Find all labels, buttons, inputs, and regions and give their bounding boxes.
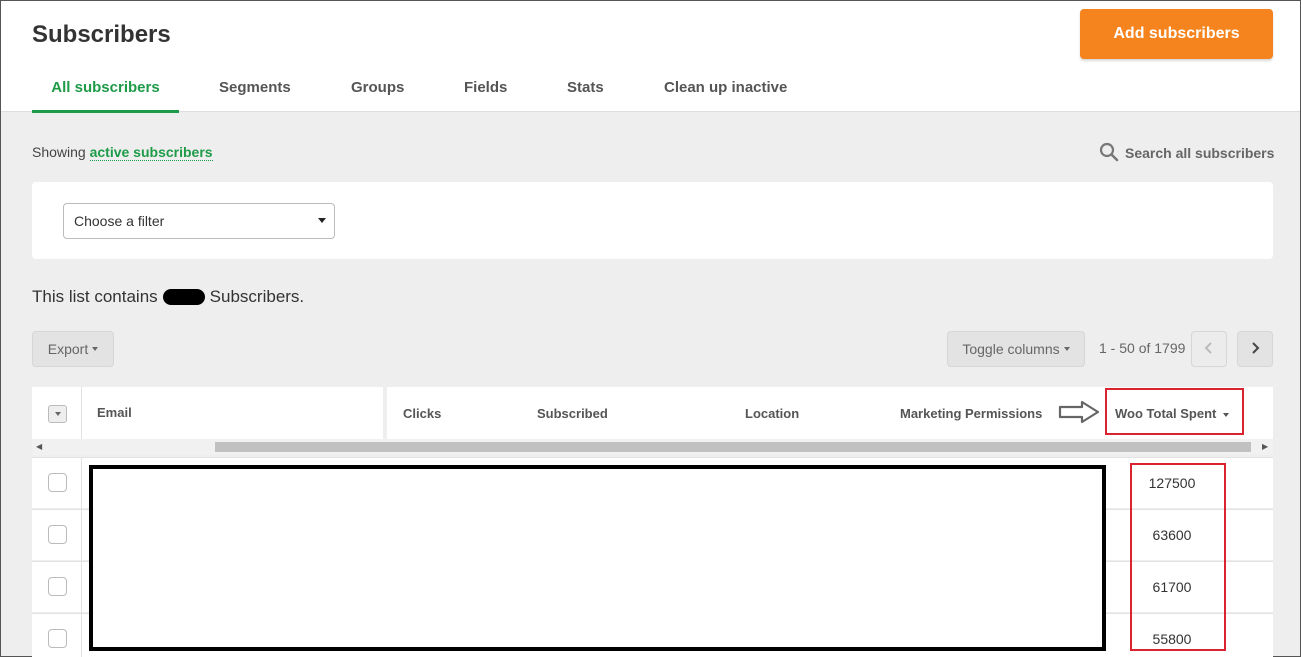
caret-down-icon xyxy=(92,347,99,351)
next-page-button[interactable] xyxy=(1237,331,1273,367)
summary-suffix: Subscribers. xyxy=(209,287,305,306)
column-divider xyxy=(81,562,82,613)
search-all-subscribers[interactable]: Search all subscribers xyxy=(1099,142,1275,165)
tab-fields[interactable]: Fields xyxy=(464,63,507,112)
toggle-columns-label: Toggle columns xyxy=(962,341,1060,357)
row-checkbox[interactable] xyxy=(48,525,67,544)
tab-all-subscribers[interactable]: All subscribers xyxy=(32,63,179,113)
tab-clean-up-inactive[interactable]: Clean up inactive xyxy=(664,63,787,112)
highlight-box-header xyxy=(1105,388,1244,435)
scroll-right-icon[interactable]: ▶ xyxy=(1262,442,1268,451)
column-divider xyxy=(81,510,82,561)
caret-down-icon xyxy=(318,218,326,223)
filter-panel: Choose a filter xyxy=(32,182,1273,259)
add-subscribers-button[interactable]: Add subscribers xyxy=(1080,9,1273,59)
column-location[interactable]: Location xyxy=(745,406,799,421)
filter-select[interactable]: Choose a filter xyxy=(63,203,335,239)
column-divider xyxy=(81,387,82,439)
tab-stats[interactable]: Stats xyxy=(567,63,604,112)
column-email[interactable]: Email xyxy=(97,405,132,420)
export-button[interactable]: Export xyxy=(32,331,114,367)
prev-page-button[interactable] xyxy=(1191,331,1227,367)
search-all-label: Search all subscribers xyxy=(1125,145,1275,161)
highlight-box-values xyxy=(1130,463,1226,651)
pagination-range: 1 - 50 of 1799 xyxy=(1099,340,1186,356)
column-divider xyxy=(383,387,387,439)
page-header: Subscribers Add subscribers All subscrib… xyxy=(1,1,1300,113)
page-title: Subscribers xyxy=(32,21,171,48)
showing-status: Showing active subscribers xyxy=(32,144,213,161)
caret-down-icon xyxy=(1063,347,1070,351)
search-icon xyxy=(1099,142,1119,165)
column-subscribed[interactable]: Subscribed xyxy=(537,406,608,421)
row-checkbox[interactable] xyxy=(48,473,67,492)
showing-prefix: Showing xyxy=(32,144,86,160)
summary-prefix: This list contains xyxy=(32,287,158,306)
column-divider xyxy=(81,458,82,509)
active-subscribers-link[interactable]: active subscribers xyxy=(89,144,213,161)
chevron-right-icon xyxy=(1250,341,1260,357)
redaction-box xyxy=(89,465,1106,651)
tab-segments[interactable]: Segments xyxy=(219,63,291,112)
column-clicks[interactable]: Clicks xyxy=(403,406,441,421)
toggle-columns-button[interactable]: Toggle columns xyxy=(947,331,1085,367)
horizontal-scrollbar[interactable]: ◀ ▶ xyxy=(32,439,1273,455)
arrow-right-outline-icon xyxy=(1058,400,1100,429)
export-label: Export xyxy=(47,341,89,357)
scroll-left-icon[interactable]: ◀ xyxy=(36,442,42,451)
chevron-left-icon xyxy=(1204,341,1214,357)
column-divider xyxy=(81,614,82,657)
scrollbar-thumb[interactable] xyxy=(215,442,1251,452)
row-checkbox[interactable] xyxy=(48,577,67,596)
select-all-checkbox[interactable] xyxy=(48,405,67,423)
filter-select-value: Choose a filter xyxy=(74,213,165,229)
tab-groups[interactable]: Groups xyxy=(351,63,404,112)
row-checkbox[interactable] xyxy=(48,629,67,648)
caret-down-icon xyxy=(54,412,61,416)
list-summary: This list contains Subscribers. xyxy=(32,287,304,307)
column-marketing-permissions[interactable]: Marketing Permissions xyxy=(900,406,1042,421)
redacted-count xyxy=(162,289,205,305)
